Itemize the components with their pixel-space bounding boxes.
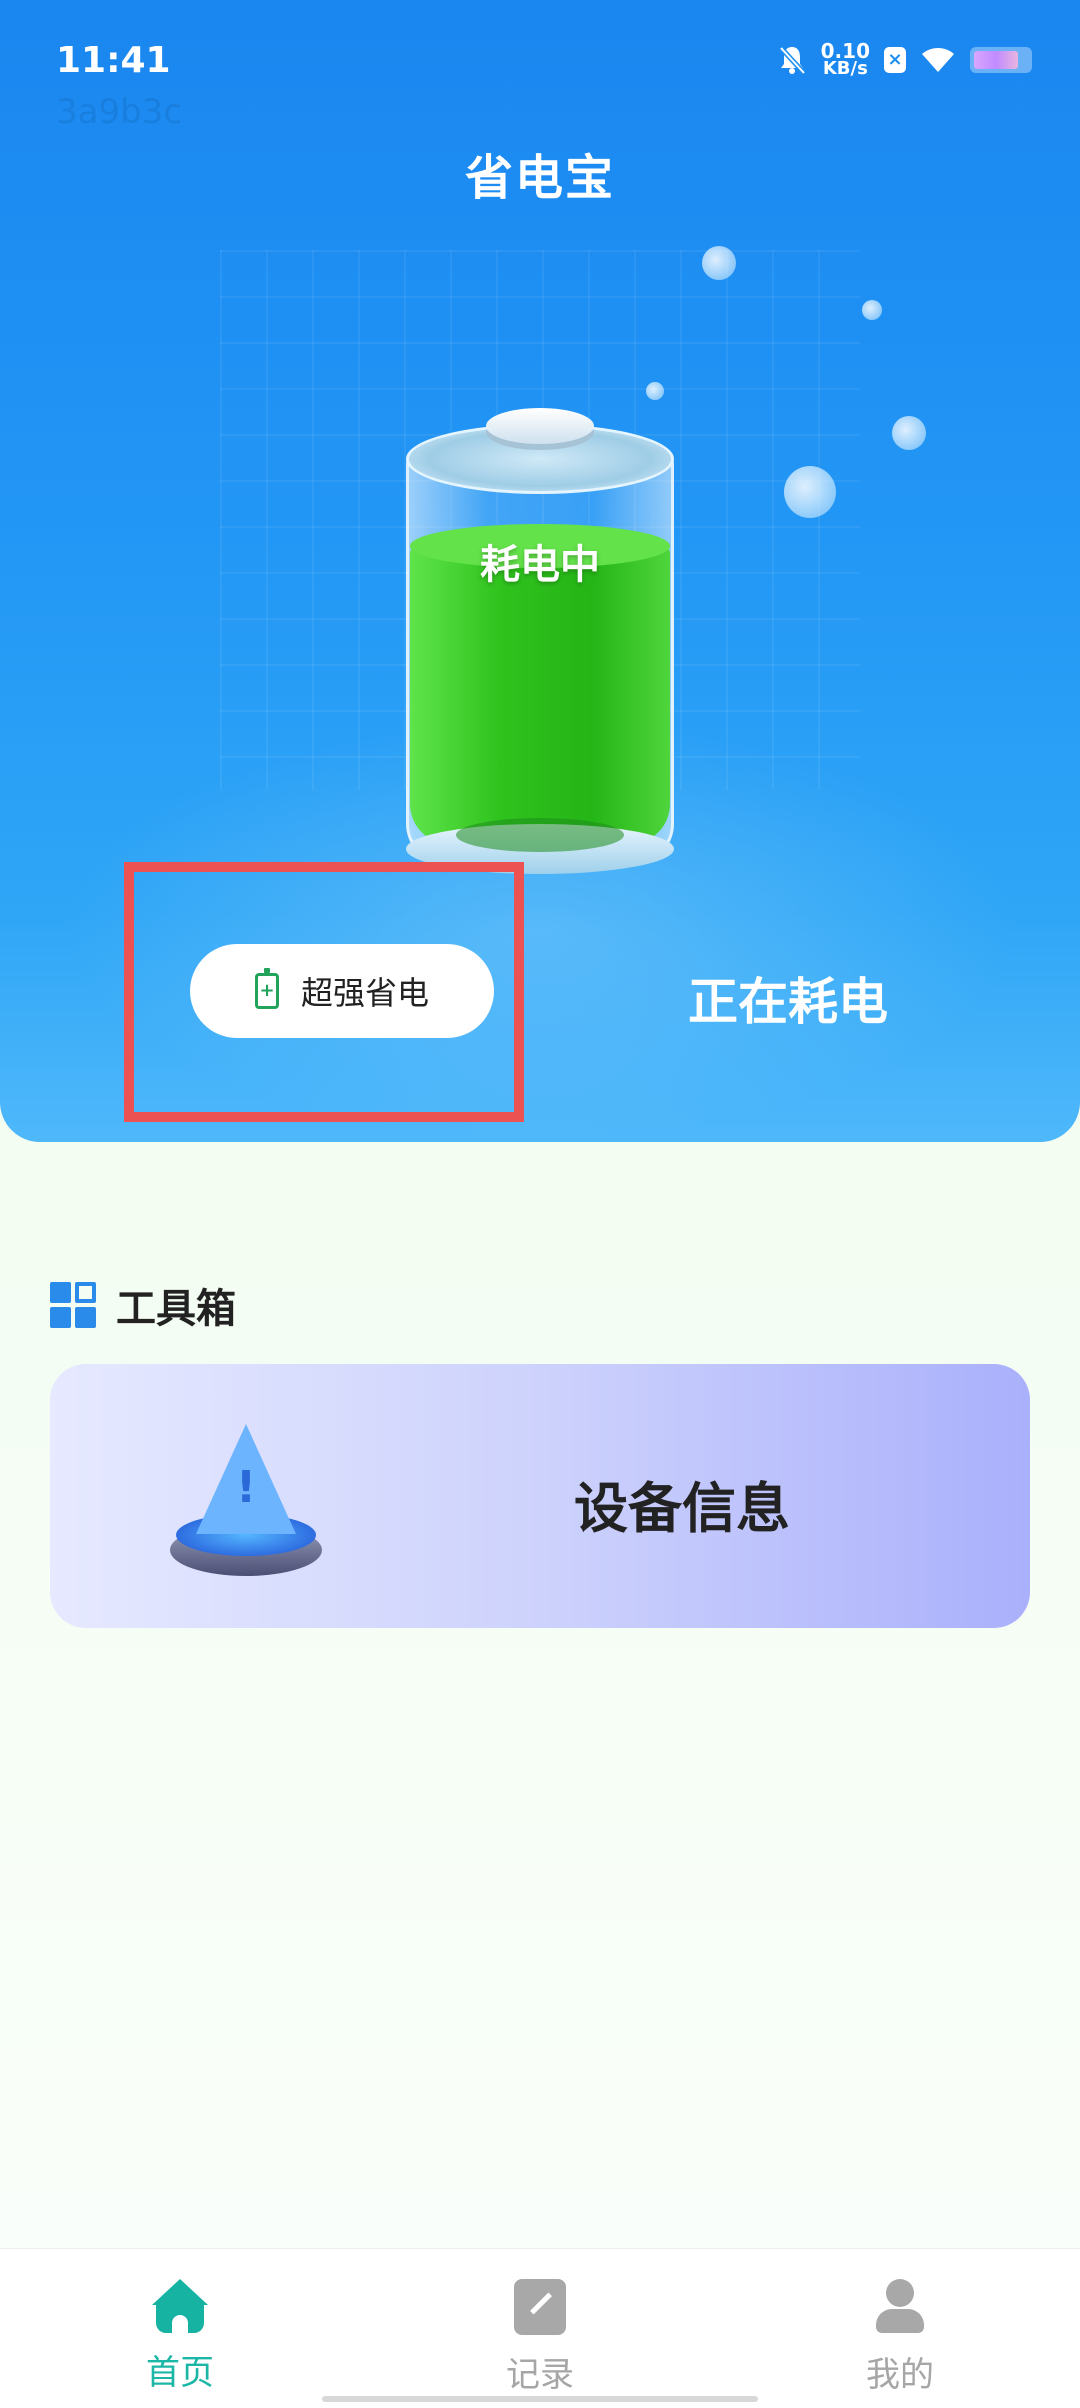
wifi-icon — [922, 48, 954, 72]
device-info-card[interactable]: ! 设备信息 — [50, 1364, 1030, 1628]
warning-triangle-icon: ! — [170, 1424, 330, 1584]
bottom-nav: 首页 记录 我的 — [0, 2248, 1080, 2408]
status-time: 11:41 — [56, 40, 171, 81]
nav-item-records[interactable]: 记录 — [440, 2279, 640, 2396]
device-info-label: 设备信息 — [574, 1477, 790, 1540]
highlight-box — [124, 862, 524, 1122]
nav-label-home: 首页 — [146, 2353, 214, 2393]
status-icons: 0.10 KB/s × — [777, 41, 1032, 79]
bubble-decoration — [702, 246, 736, 280]
sim-icon: × — [884, 47, 906, 73]
bubble-decoration — [784, 466, 836, 518]
battery-status-label: 耗电中 — [480, 542, 600, 588]
nav-label-mine: 我的 — [866, 2355, 934, 2395]
battery-illustration: 耗电中 — [406, 408, 674, 874]
status-bar: 11:41 3a9b3c 0.10 KB/s × — [0, 0, 1080, 132]
toolbox-header: 工具箱 — [50, 1276, 236, 1334]
bubble-decoration — [646, 382, 664, 400]
nav-item-home[interactable]: 首页 — [80, 2279, 280, 2394]
net-speed: 0.10 KB/s — [821, 41, 870, 79]
note-icon — [514, 2279, 566, 2335]
user-icon — [874, 2279, 926, 2335]
battery-icon — [970, 47, 1032, 73]
nav-item-mine[interactable]: 我的 — [800, 2279, 1000, 2396]
home-icon — [152, 2279, 208, 2333]
bubble-decoration — [892, 416, 926, 450]
page-title: 省电宝 — [464, 150, 615, 206]
toolbox-title: 工具箱 — [116, 1286, 236, 1332]
home-indicator[interactable] — [322, 2396, 758, 2402]
mute-bell-icon — [778, 46, 806, 75]
watermark-text: 3a9b3c — [56, 92, 183, 132]
nav-label-records: 记录 — [506, 2355, 574, 2395]
power-status-text: 正在耗电 — [688, 973, 888, 1031]
net-speed-unit: KB/s — [822, 58, 868, 79]
bubble-decoration — [862, 300, 882, 320]
grid-icon — [50, 1282, 96, 1328]
